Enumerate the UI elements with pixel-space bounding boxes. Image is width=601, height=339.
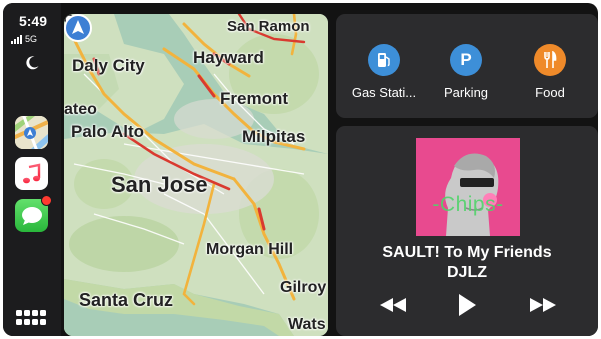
- map-label-san-jose: San Jose: [111, 172, 208, 197]
- gas-stations-label: Gas Stati...: [351, 85, 417, 100]
- next-button[interactable]: [526, 292, 560, 318]
- map-label-gilroy: Gilroy: [280, 279, 327, 296]
- food-button[interactable]: Food: [508, 44, 592, 100]
- map-label-milpitas: Milpitas: [242, 127, 306, 146]
- signal-icon: [11, 35, 22, 44]
- parking-icon: P: [450, 44, 482, 76]
- status-time: 5:49: [18, 13, 48, 29]
- parking-label: Parking: [443, 85, 489, 100]
- play-button[interactable]: [454, 292, 480, 318]
- maps-icon[interactable]: [15, 116, 48, 149]
- map-label-watsonville: Wats: [288, 316, 326, 333]
- previous-button[interactable]: [376, 292, 410, 318]
- album-art: -Chips-: [416, 138, 520, 236]
- navigation-arrow-icon: [64, 14, 92, 42]
- previous-icon: [380, 298, 406, 312]
- track-artist: DJLZ: [447, 264, 487, 281]
- gas-stations-button[interactable]: Gas Stati...: [342, 44, 426, 100]
- notification-badge: [41, 195, 52, 206]
- gas-station-icon: [368, 44, 400, 76]
- map-label-santa-cruz: Santa Cruz: [79, 290, 174, 310]
- track-title: SAULT! To My Friends: [382, 244, 552, 261]
- album-art-text: -Chips-: [432, 193, 504, 216]
- dock: 5:49 5G: [3, 3, 61, 336]
- map-label-fremont: Fremont: [220, 89, 288, 108]
- parking-button[interactable]: P Parking: [424, 44, 508, 100]
- map-label-palo-alto: Palo Alto: [71, 122, 145, 141]
- statue-head-icon: [445, 153, 499, 236]
- fork-knife-icon: [534, 44, 566, 76]
- play-icon: [459, 294, 476, 316]
- food-label: Food: [535, 85, 565, 100]
- now-playing-panel[interactable]: -Chips- SAULT! To My Friends DJLZ: [336, 126, 598, 336]
- map-label-hayward: Hayward: [193, 48, 264, 67]
- moon-icon: [26, 56, 39, 70]
- carplay-screen: 5:49 5G San Ramon Daly City Hayward Frem…: [3, 3, 598, 336]
- map-label-san-ramon: San Ramon: [227, 18, 310, 35]
- nearby-places-panel: Gas Stati... P Parking Food: [336, 14, 598, 118]
- network-label: 5G: [25, 34, 38, 44]
- app-grid-icon[interactable]: [16, 310, 48, 328]
- next-icon: [530, 298, 556, 312]
- status-bar: 5G: [11, 35, 37, 44]
- map-label-morgan-hill: Morgan Hill: [206, 241, 294, 258]
- map-label-san-mateo: ateo: [64, 101, 97, 118]
- map-view[interactable]: San Ramon Daly City Hayward Fremont ateo…: [64, 14, 328, 336]
- music-icon[interactable]: [15, 157, 48, 190]
- map-label-daly-city: Daly City: [72, 56, 145, 75]
